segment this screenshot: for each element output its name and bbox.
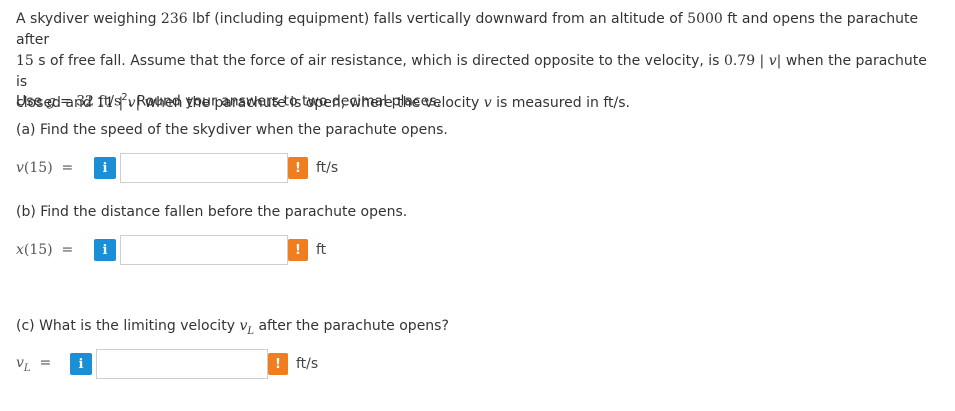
note-text: . Round your answers to two decimal plac… [127,93,441,110]
warning-icon: ! [268,353,288,375]
unit-label-c: ft/s [296,356,319,372]
gravity-var: g [46,93,56,110]
answer-label-b: x(15) = [16,242,74,258]
time-value: 15 [16,53,34,69]
answer-label-a: v(15) = [16,160,74,176]
limiting-velocity-input[interactable] [96,349,268,379]
equals-sign: = [55,93,77,110]
info-icon[interactable]: i [94,239,116,261]
closed-coefficient: 0.79 | [723,53,769,69]
problem-text: s of free fall. Assume that the force of… [33,53,724,69]
answer-row-c: vL = i ! ft/s [16,348,318,380]
speed-input[interactable] [120,153,288,183]
info-icon[interactable]: i [94,157,116,179]
info-icon[interactable]: i [70,353,92,375]
weight-value: 236 [160,11,188,27]
answer-label-c: vL = [16,354,52,374]
unit-label-a: ft/s [316,160,339,176]
warning-icon: ! [288,157,308,179]
answer-row-b: x(15) = i ! ft [16,234,326,266]
velocity-var: v [768,53,777,69]
gravity-value: 32 ft/s [76,93,122,110]
question-c: (c) What is the limiting velocity vL aft… [16,318,449,337]
gravity-note: Use g = 32 ft/s2. Round your answers to … [16,87,941,113]
distance-input[interactable] [120,235,288,265]
answer-row-a: v(15) = i ! ft/s [16,152,338,184]
altitude-value: 5000 [687,11,723,27]
unit-label-b: ft [316,242,327,258]
question-a: (a) Find the speed of the skydiver when … [16,122,448,138]
problem-text: A skydiver weighing [16,11,161,27]
note-text: Use [16,93,47,110]
warning-icon: ! [288,239,308,261]
question-b: (b) Find the distance fallen before the … [16,204,408,220]
problem-text: lbf (including equipment) falls vertical… [187,11,688,27]
